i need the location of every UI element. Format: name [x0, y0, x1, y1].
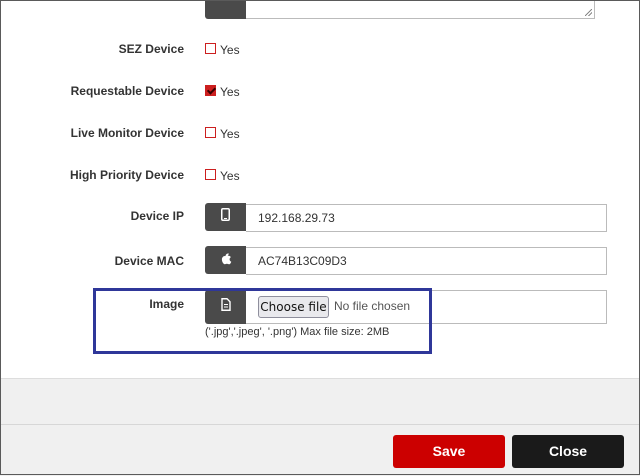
- description-addon: [205, 0, 246, 19]
- footer-divider: [0, 424, 640, 425]
- requestable-device-label: Requestable Device: [70, 84, 184, 98]
- live-monitor-device-label: Live Monitor Device: [70, 126, 184, 140]
- close-button[interactable]: Close: [512, 435, 624, 468]
- resize-handle-icon[interactable]: [585, 9, 592, 16]
- high-priority-device-checkbox[interactable]: [205, 169, 216, 180]
- device-mac-addon: [205, 246, 246, 274]
- description-textarea[interactable]: [246, 0, 595, 19]
- mobile-icon: [221, 208, 230, 226]
- modal-footer: Save Close: [0, 378, 640, 476]
- sez-device-checkbox[interactable]: [205, 43, 216, 54]
- sez-device-option-label: Yes: [220, 43, 240, 57]
- image-highlight-box: [93, 288, 432, 354]
- high-priority-device-option-label: Yes: [220, 169, 240, 183]
- device-ip-input[interactable]: 192.168.29.73: [246, 204, 607, 232]
- apple-icon: [220, 251, 232, 270]
- live-monitor-device-checkbox[interactable]: [205, 127, 216, 138]
- high-priority-device-label: High Priority Device: [69, 168, 184, 182]
- save-button[interactable]: Save: [393, 435, 505, 468]
- device-ip-label: Device IP: [130, 209, 184, 223]
- requestable-device-option-label: Yes: [220, 85, 240, 99]
- requestable-device-checkbox[interactable]: [205, 85, 216, 96]
- live-monitor-device-option-label: Yes: [220, 127, 240, 141]
- sez-device-label: SEZ Device: [118, 42, 184, 56]
- device-mac-label: Device MAC: [114, 254, 184, 268]
- device-mac-input[interactable]: AC74B13C09D3: [246, 247, 607, 275]
- device-ip-addon: [205, 203, 246, 231]
